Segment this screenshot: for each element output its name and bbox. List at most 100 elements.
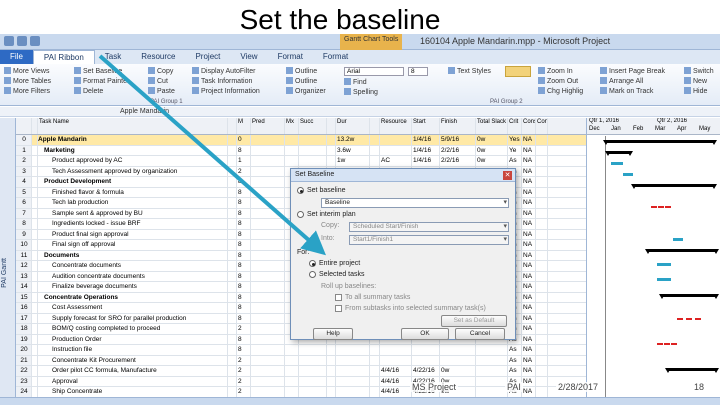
table-cell[interactable] [251,250,285,260]
close-icon[interactable]: ✕ [503,171,512,180]
mark-on-track-button[interactable]: Mark on Track [600,87,653,95]
table-cell[interactable]: 2 [16,156,32,166]
table-cell[interactable]: NA [522,229,536,239]
table-cell[interactable]: NA [522,198,536,208]
table-cell[interactable] [536,156,548,166]
column-header[interactable]: Succ [299,118,327,134]
set-baseline-option[interactable]: Set baseline [297,187,346,194]
baseline-select[interactable]: Baseline [321,198,509,208]
table-cell[interactable]: NA [522,334,536,344]
table-cell[interactable] [228,229,237,239]
table-cell[interactable]: NA [522,240,536,250]
format-painter-button[interactable]: Format Painter [74,77,129,85]
table-cell[interactable] [536,292,548,302]
table-cell[interactable]: 8 [237,250,251,260]
table-cell[interactable]: 8 [16,219,32,229]
table-cell[interactable] [380,355,412,365]
table-cell[interactable]: 0w [476,145,508,155]
table-cell[interactable]: BOM/Q costing completed to proceed [38,324,228,334]
table-cell[interactable] [228,345,237,355]
table-cell[interactable]: 9 [16,229,32,239]
table-cell[interactable] [228,198,237,208]
table-cell[interactable]: NA [522,303,536,313]
table-cell[interactable] [228,187,237,197]
table-row[interactable]: 0 Apple Mandarin 0 13.2w 1/4/16 5/9/16 0w Yes NA [16,135,586,146]
table-cell[interactable] [228,303,237,313]
table-cell[interactable]: 18 [16,324,32,334]
table-cell[interactable]: Finished flavor & formula [38,187,228,197]
table-cell[interactable]: 5/9/16 [440,135,476,145]
undo-icon[interactable] [17,36,27,46]
column-header[interactable]: Dur [336,118,370,134]
radio-icon[interactable] [309,271,316,278]
table-cell[interactable]: 2/2/16 [440,145,476,155]
column-header[interactable]: Mx [285,118,299,134]
table-cell[interactable] [536,145,548,155]
table-cell[interactable]: 13 [16,271,32,281]
table-cell[interactable]: 1 [237,156,251,166]
table-cell[interactable]: 17 [16,313,32,323]
table-cell[interactable] [536,187,548,197]
font-name-select[interactable]: Arial [344,67,404,76]
table-cell[interactable]: 20 [16,345,32,355]
checkbox-icon[interactable] [335,305,342,312]
column-header[interactable]: M [237,118,251,134]
table-cell[interactable]: 13.2w [336,135,370,145]
table-cell[interactable] [536,261,548,271]
table-cell[interactable]: 8 [237,219,251,229]
outline-button[interactable]: Outline [286,67,317,75]
table-cell[interactable] [476,366,508,376]
table-cell[interactable]: NA [522,208,536,218]
table-cell[interactable] [251,198,285,208]
table-cell[interactable]: 2 [237,366,251,376]
column-header[interactable]: Task Name [38,118,228,134]
cancel-button[interactable]: Cancel [455,328,505,340]
table-cell[interactable]: Yes [508,135,522,145]
column-header[interactable]: Cons [522,118,536,134]
table-cell[interactable]: 6 [16,198,32,208]
table-cell[interactable]: 3.6w [336,145,370,155]
checkbox-icon[interactable] [335,294,342,301]
table-row[interactable]: 1 Marketing 8 3.6w 1/4/16 2/2/16 0w Ye NA [16,145,586,156]
table-cell[interactable]: Production Order [38,334,228,344]
table-cell[interactable] [370,145,380,155]
table-cell[interactable]: As [508,366,522,376]
chg-highlight-button[interactable]: Chg Highlig [538,87,583,95]
gantt-critical-bar[interactable] [651,206,671,209]
tab-pai-ribbon[interactable]: PAI Ribbon [32,50,95,64]
table-cell[interactable]: Instruction file [38,345,228,355]
table-row[interactable]: 2 Product approved by AC 1 1w AC 1/4/16 2/2/16… [16,156,586,167]
table-cell[interactable]: Product approved by AC [38,156,228,166]
table-cell[interactable] [380,345,412,355]
tab-task[interactable]: Task [95,50,131,64]
table-cell[interactable]: Tech lab production [38,198,228,208]
table-cell[interactable] [251,219,285,229]
table-cell[interactable] [285,366,299,376]
zoom-out-button[interactable]: Zoom Out [538,77,578,85]
table-cell[interactable]: Supply forecast for SRO for parallel pro… [38,313,228,323]
table-cell[interactable] [536,345,548,355]
table-cell[interactable]: Tech Assessment approved by organization [38,166,228,176]
zoom-in-button[interactable]: Zoom In [538,67,573,75]
table-cell[interactable]: NA [522,313,536,323]
table-cell[interactable] [299,355,327,365]
table-cell[interactable] [536,208,548,218]
table-cell[interactable] [327,135,336,145]
table-cell[interactable]: NA [522,166,536,176]
column-header[interactable]: Finish [440,118,476,134]
table-cell[interactable]: Marketing [38,145,228,155]
table-cell[interactable] [228,219,237,229]
table-cell[interactable] [440,345,476,355]
table-cell[interactable]: 8 [237,271,251,281]
table-cell[interactable]: Concentrate documents [38,261,228,271]
column-header[interactable]: Resource [380,118,412,134]
table-cell[interactable] [536,219,548,229]
table-cell[interactable]: 4 [16,177,32,187]
table-cell[interactable] [228,366,237,376]
table-cell[interactable]: Product final sign approval [38,229,228,239]
table-cell[interactable] [536,198,548,208]
table-cell[interactable]: 2 [237,324,251,334]
table-cell[interactable] [336,355,370,365]
table-cell[interactable]: NA [522,261,536,271]
table-cell[interactable] [370,345,380,355]
